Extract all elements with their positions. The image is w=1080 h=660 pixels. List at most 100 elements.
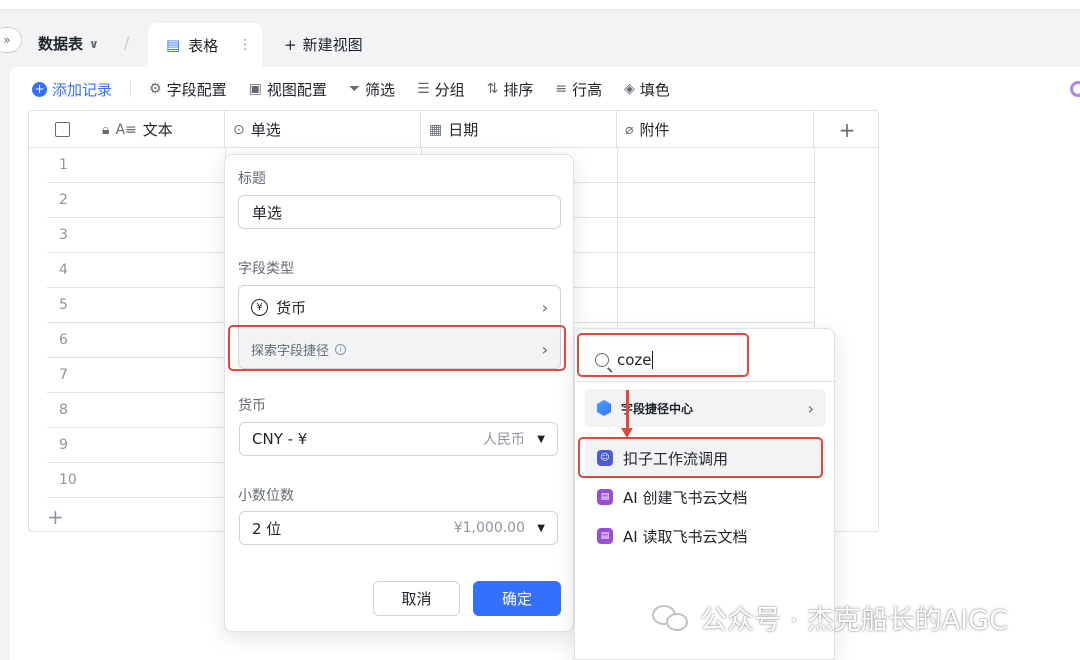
- annotation-arrow-head: [621, 428, 633, 438]
- single-select-icon: ⊙: [233, 121, 245, 138]
- row-number: 2: [59, 192, 68, 208]
- group-button[interactable]: ☰ 分组: [417, 79, 465, 100]
- assistant-ring-icon[interactable]: [1070, 81, 1080, 97]
- text-icon: A≡: [115, 121, 137, 138]
- filter-button[interactable]: ⏷ 筛选: [349, 79, 395, 100]
- view-config-label: 视图配置: [266, 80, 327, 99]
- tab-label: 表格: [188, 36, 219, 55]
- column-label: 单选: [250, 121, 281, 139]
- row-number: 8: [59, 402, 68, 418]
- date-icon: ▦: [429, 121, 443, 138]
- shortcut-item-ai-read-doc[interactable]: ▤ AI 读取飞书云文档: [585, 517, 826, 555]
- row-number: 4: [59, 262, 68, 278]
- currency-hint: 人民币: [483, 432, 525, 448]
- annotation-box-search: [577, 333, 749, 377]
- shortcut-hub-item[interactable]: 字段捷径中心 ›: [585, 389, 826, 427]
- cancel-button[interactable]: 取消: [373, 581, 460, 616]
- new-view-button[interactable]: + 新建视图: [284, 34, 363, 55]
- add-row-button[interactable]: +: [47, 505, 64, 529]
- attachment-icon: ⌀: [625, 121, 634, 138]
- plus-circle-icon: +: [32, 81, 47, 97]
- add-record-label: 添加记录: [52, 80, 113, 99]
- sort-button[interactable]: ⇅ 排序: [487, 79, 534, 100]
- datasheet-title[interactable]: 数据表 ∨: [38, 33, 99, 54]
- row-number: 9: [59, 437, 68, 453]
- row-number: 6: [59, 332, 68, 348]
- view-config-icon: ▣: [248, 81, 262, 97]
- group-label: 分组: [434, 80, 465, 99]
- caret-down-icon: ▼: [537, 522, 545, 534]
- new-view-label: 新建视图: [302, 36, 363, 54]
- shortcut-item-label: AI 创建飞书云文档: [623, 488, 748, 507]
- column-label: 文本: [142, 121, 173, 139]
- title-input-value: 单选: [252, 203, 283, 222]
- shortcut-hub-icon: [597, 400, 611, 416]
- filter-label: 筛选: [365, 80, 396, 99]
- breadcrumb-separator: /: [124, 33, 130, 52]
- column-header-date[interactable]: ▦ 日期: [421, 111, 617, 148]
- select-all-checkbox[interactable]: [55, 122, 70, 137]
- double-chevron-right-icon: »: [3, 33, 11, 47]
- title-input[interactable]: 单选: [238, 195, 561, 229]
- field-config-button[interactable]: ⚙ 字段配置: [149, 79, 227, 100]
- row-number: 10: [59, 472, 77, 488]
- document-icon: ▤: [597, 489, 613, 505]
- chevron-down-icon: ∨: [89, 36, 99, 51]
- watermark-text: 公众号 · 杰克船长的AIGC: [700, 605, 1008, 636]
- view-tabs-bar: » 数据表 ∨ / ▤ 表格 ⋮ + 新建视图: [0, 11, 1080, 67]
- datasheet-title-label: 数据表: [38, 35, 84, 53]
- annotation-box-coze: [578, 437, 823, 478]
- fill-color-label: 填色: [639, 80, 670, 99]
- group-icon: ☰: [417, 81, 430, 97]
- sort-label: 排序: [503, 80, 534, 99]
- add-record-button[interactable]: + 添加记录: [32, 79, 112, 100]
- row-number: 5: [59, 297, 68, 313]
- field-type-label: 字段类型: [238, 261, 294, 277]
- more-vertical-icon[interactable]: ⋮: [238, 37, 252, 53]
- column-header-text[interactable]: 🔒︎ A≡ 文本: [29, 111, 225, 148]
- lock-icon: 🔒︎: [102, 121, 110, 138]
- fill-color-button[interactable]: ◈ 填色: [624, 79, 670, 100]
- paint-bucket-icon: ◈: [624, 81, 635, 97]
- column-header-single-select[interactable]: ⊙ 单选: [225, 111, 421, 148]
- toolbar-divider: [130, 81, 132, 97]
- annotation-arrow: [626, 390, 629, 432]
- top-strip: [0, 0, 1080, 10]
- shortcut-item-ai-create-doc[interactable]: ▤ AI 创建飞书云文档: [585, 478, 826, 516]
- plus-icon: +: [838, 117, 856, 142]
- plus-icon: +: [284, 35, 297, 54]
- row-number: 7: [59, 367, 68, 383]
- wechat-icon: [652, 603, 692, 633]
- gear-icon: ⚙: [149, 81, 162, 97]
- table-icon: ▤: [166, 36, 181, 54]
- shortcut-hub-label: 字段捷径中心: [621, 401, 694, 416]
- tab-grid-view[interactable]: ▤ 表格 ⋮: [148, 23, 262, 67]
- add-column-button[interactable]: +: [814, 111, 878, 148]
- watermark: 公众号 · 杰克船长的AIGC: [652, 598, 1008, 637]
- currency-select-value: CNY - ¥: [252, 430, 308, 448]
- filter-icon: ⏷: [348, 81, 361, 97]
- currency-select[interactable]: CNY - ¥ 人民币 ▼: [239, 422, 558, 456]
- grid-header: 🔒︎ A≡ 文本 ⊙ 单选 ▦ 日期 ⌀ 附件 +: [29, 111, 878, 148]
- field-config-panel: 标题 单选 字段类型 ¥ 货币 › 探索字段捷径 i › 货币 CNY - ¥ …: [224, 154, 574, 632]
- shortcut-item-label: AI 读取飞书云文档: [623, 527, 748, 546]
- collapse-sidebar-button[interactable]: »: [0, 27, 22, 53]
- decimal-select-value: 2 位: [252, 519, 282, 538]
- row-height-label: 行高: [572, 80, 603, 99]
- decimal-select[interactable]: 2 位 ¥1,000.00 ▼: [239, 511, 558, 545]
- field-type-option-currency[interactable]: ¥ 货币 ›: [239, 286, 560, 328]
- column-header-attachment[interactable]: ⌀ 附件: [617, 111, 814, 148]
- row-height-icon: ≡: [555, 81, 568, 97]
- view-config-button[interactable]: ▣ 视图配置: [249, 79, 327, 100]
- row-number: 3: [59, 227, 68, 243]
- chevron-right-icon: ›: [541, 297, 548, 317]
- column-label: 附件: [639, 121, 670, 139]
- confirm-button[interactable]: 确定: [473, 581, 561, 616]
- annotation-box-explore: [228, 325, 566, 371]
- sort-icon: ⇅: [486, 81, 499, 97]
- toolbar: + 添加记录 ⚙ 字段配置 ▣ 视图配置 ⏷ 筛选 ☰ 分组 ⇅ 排序 ≡ 行高 ◈ 填色: [32, 77, 692, 101]
- column-label: 日期: [448, 121, 479, 139]
- row-height-button[interactable]: ≡ 行高: [555, 79, 602, 100]
- caret-down-icon: ▼: [537, 433, 545, 445]
- decimal-label: 小数位数: [238, 488, 294, 504]
